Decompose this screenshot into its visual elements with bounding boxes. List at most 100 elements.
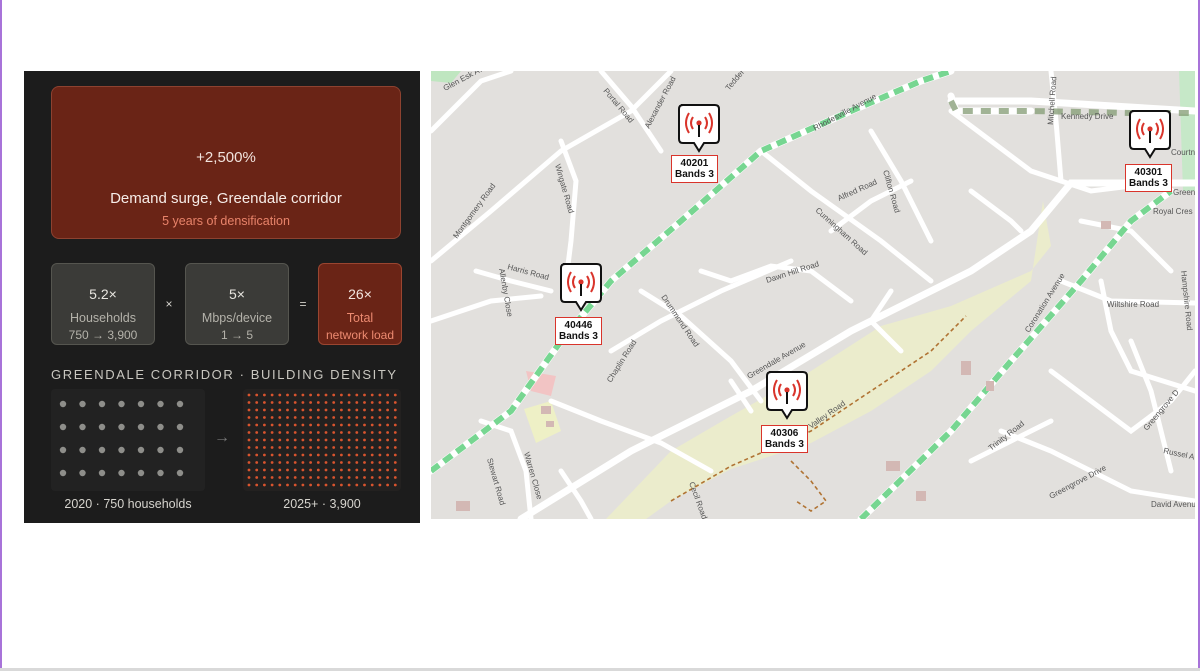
site-label-40201[interactable]: 40201 Bands 3	[671, 155, 718, 183]
household-dot-after	[393, 416, 397, 419]
cell-tower-icon-40301[interactable]	[1129, 110, 1171, 159]
cell-tower-icon-40201[interactable]	[678, 104, 720, 153]
household-dot-after	[247, 468, 251, 472]
household-dot-after	[278, 416, 282, 419]
household-dot-after	[255, 476, 259, 479]
household-dot-after	[370, 438, 374, 442]
density-after-caption: 2025+ · 3,900	[283, 497, 361, 511]
household-dot-after	[270, 468, 274, 472]
household-dot-after	[324, 393, 328, 397]
household-dot-after	[293, 468, 297, 472]
map-canvas[interactable]: Glen Esk Av Portal Road Alexander Road T…	[431, 71, 1195, 519]
household-dot-after	[255, 453, 259, 457]
household-dot-after	[324, 416, 328, 419]
greendale-map[interactable]: Glen Esk Av Portal Road Alexander Road T…	[431, 71, 1195, 519]
household-dot-after	[347, 468, 351, 472]
household-dot-after	[355, 446, 359, 449]
household-dot-after	[263, 453, 266, 457]
household-dot-after	[278, 393, 282, 397]
household-dot-after	[324, 423, 328, 427]
household-dot-after	[309, 461, 312, 464]
household-dot-after	[363, 483, 366, 487]
household-dot-after	[363, 446, 366, 449]
household-dot-after	[355, 431, 359, 434]
household-dot-after	[316, 423, 320, 427]
site-label-40301[interactable]: 40301 Bands 3	[1125, 164, 1172, 192]
density-before-caption: 2020 · 750 households	[64, 497, 192, 511]
household-dot-after	[355, 423, 359, 427]
household-dot-after	[293, 483, 297, 487]
household-dot-after	[301, 423, 305, 427]
window-border-left	[0, 0, 2, 671]
household-dot-after	[386, 393, 389, 397]
household-dot-after	[347, 453, 351, 457]
household-dot-after	[393, 446, 397, 449]
household-dot-after	[309, 483, 312, 487]
household-dot-after	[378, 431, 382, 434]
household-dot-after	[355, 438, 359, 442]
household-dot-after	[370, 453, 374, 457]
household-dot-after	[278, 401, 282, 404]
household-dot-after	[309, 416, 312, 419]
household-dot-before	[137, 446, 145, 454]
site-label-40306[interactable]: 40306 Bands 3	[761, 425, 808, 453]
park-area	[606, 201, 1051, 519]
household-dot-after	[355, 476, 359, 479]
household-dot-before	[137, 423, 145, 431]
household-dot-after	[370, 416, 374, 419]
household-dot-before	[137, 400, 145, 408]
household-dot-after	[316, 468, 320, 472]
household-dot-after	[309, 468, 312, 472]
household-dot-before	[79, 423, 86, 431]
household-dot-after	[340, 461, 343, 464]
household-dot-after	[378, 446, 382, 449]
household-dot-after	[363, 423, 366, 427]
road-label-kennedy-drive: Kennedy Drive	[1061, 112, 1114, 121]
household-dot-after	[347, 431, 351, 434]
household-dot-after	[286, 408, 289, 412]
household-dot-after	[301, 431, 305, 434]
road-label-rhodesville-avenue-north: Rhodesville Avenue	[812, 92, 879, 133]
household-dot-after	[263, 483, 266, 487]
household-dot-after	[386, 483, 389, 487]
household-dot-after	[340, 483, 343, 487]
household-dot-after	[324, 453, 328, 457]
household-dot-after	[293, 461, 297, 464]
household-dot-after	[393, 408, 397, 412]
household-dot-after	[286, 438, 289, 442]
household-dot-after	[293, 476, 297, 479]
household-dot-after	[270, 476, 274, 479]
density-after-dots	[247, 393, 397, 487]
household-dot-after	[370, 461, 374, 464]
household-dot-after	[255, 393, 259, 397]
household-dot-after	[309, 438, 312, 442]
household-dot-before	[176, 400, 184, 408]
household-dot-after	[386, 438, 389, 442]
household-dot-after	[340, 423, 343, 427]
household-dot-after	[347, 461, 351, 464]
household-dot-before	[157, 423, 164, 431]
site-label-40446[interactable]: 40446 Bands 3	[555, 317, 602, 345]
household-dot-after	[247, 453, 251, 457]
household-dot-after	[347, 438, 351, 442]
household-dot-after	[293, 416, 297, 419]
household-dot-after	[340, 476, 343, 479]
household-dot-after	[340, 438, 343, 442]
mbps-metric-card: 5× Mbps/device 1 → 5	[185, 263, 289, 345]
density-before-grid	[51, 389, 205, 491]
household-dot-after	[309, 453, 312, 457]
household-dot-after	[278, 408, 282, 412]
household-dot-after	[293, 423, 297, 427]
household-dot-after	[301, 461, 305, 464]
household-dot-after	[278, 483, 282, 487]
household-dot-after	[286, 453, 289, 457]
household-dot-after	[386, 461, 389, 464]
household-dot-after	[340, 431, 343, 434]
household-dot-after	[324, 446, 328, 449]
household-dot-after	[263, 438, 266, 442]
household-dot-after	[278, 446, 282, 449]
road-label-royal-cres: Royal Cres	[1153, 207, 1193, 216]
household-dot-before	[98, 446, 106, 454]
household-dot-after	[347, 416, 351, 419]
network-load-label: Total	[346, 311, 374, 325]
